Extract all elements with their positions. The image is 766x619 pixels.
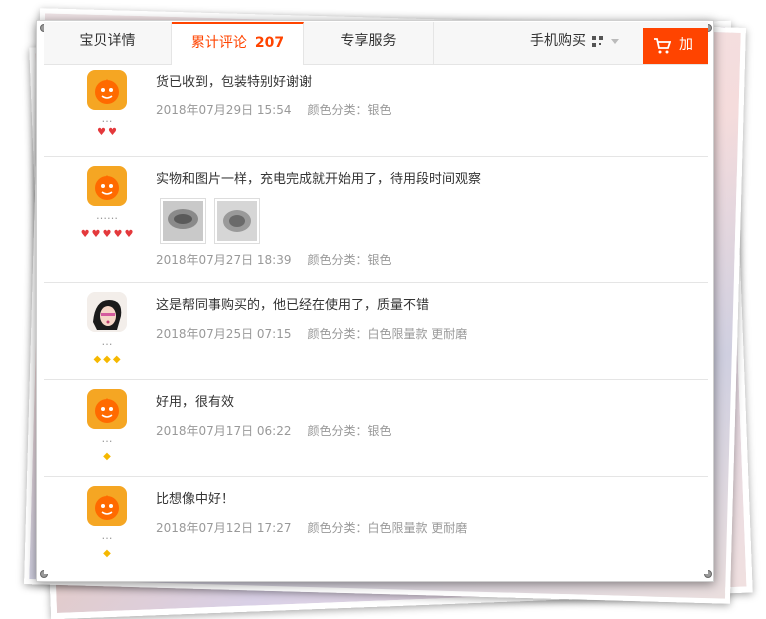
review-item: … ◆ 好用，很有效 2018年07月17日 06:22 颜色分类：银色 [44,380,708,477]
username: … [101,112,113,125]
avatar [87,389,127,429]
tab-bar: 宝贝详情 累计评论 207 专享服务 手机购买 加 [44,22,708,65]
tab-reviews[interactable]: 累计评论 207 [172,22,304,65]
username: … [101,432,113,445]
tab-services[interactable]: 专享服务 [304,22,434,64]
review-item: …… ♥ ♥ ♥ ♥ ♥ 实物和图片一样，充电完成就开始用了，待用段时间观察 2018年… [44,157,708,283]
buyer-rank: ◆ [72,451,142,463]
review-item: … ◆ 比想像中好！ 2018年07月12日 17:27 颜色分类：白色限量款 更… [44,477,708,574]
review-date: 2018年07月29日 15:54 [156,103,292,117]
cart-label: 加 [679,37,693,53]
heart-icon: ♥ [97,127,106,138]
avatar [87,292,127,332]
buyer-rank: ◆ ◆ ◆ [72,354,142,366]
review-date: 2018年07月17日 06:22 [156,424,292,438]
mobile-buy-label: 手机购买 [530,33,586,49]
review-date: 2018年07月27日 18:39 [156,253,292,267]
heart-icon: ♥ [80,229,90,240]
add-to-cart-button[interactable]: 加 [643,28,708,64]
review-text: 这是帮同事购买的，他已经在使用了，质量不错 [156,298,430,313]
avatar [87,70,127,110]
username: … [101,529,113,542]
heart-icon: ♥ [108,127,117,138]
username: …… [96,209,118,222]
review-photo-thumbnail[interactable] [160,198,206,244]
avatar [87,486,127,526]
chevron-down-icon [611,38,619,44]
buyer-rank: ◆ [72,548,142,560]
diamond-icon: ◆ [112,354,121,365]
review-meta: 2018年07月17日 06:22 颜色分类：银色 [156,422,392,439]
review-item: … ◆ ◆ ◆ 这是帮同事购买的，他已经在使用了，质量不错 2018年07月25日 … [44,283,708,380]
review-date: 2018年07月12日 17:27 [156,521,292,535]
review-sku: 颜色分类：白色限量款 更耐磨 [307,521,468,535]
heart-icon: ♥ [91,229,101,240]
review-meta: 2018年07月27日 18:39 颜色分类：银色 [156,251,392,268]
review-sku: 颜色分类：银色 [307,424,392,438]
review-text: 货已收到，包装特别好谢谢 [156,75,313,90]
username: … [101,335,113,348]
review-meta: 2018年07月25日 07:15 颜色分类：白色限量款 更耐磨 [156,325,467,342]
diamond-icon: ◆ [93,354,102,365]
buyer-rank: ♥ ♥ [72,127,142,139]
buyer-rank: ♥ ♥ ♥ ♥ ♥ [72,229,142,241]
review-sku: 颜色分类：白色限量款 更耐磨 [307,327,468,341]
review-text: 比想像中好！ [156,492,235,507]
review-panel: 宝贝详情 累计评论 207 专享服务 手机购买 加 … ♥ ♥ 货已收到，包装特别好… [44,22,708,574]
review-photo-thumbnail[interactable] [214,198,260,244]
review-item: … ♥ ♥ 货已收到，包装特别好谢谢 2018年07月29日 15:54 颜色分类：… [44,64,708,157]
diamond-icon: ◆ [103,451,111,462]
review-text: 实物和图片一样，充电完成就开始用了，待用段时间观察 [156,172,482,187]
heart-icon: ♥ [113,229,123,240]
mobile-buy-button[interactable]: 手机购买 [530,22,619,64]
tab-product-details[interactable]: 宝贝详情 [44,22,172,64]
diamond-icon: ◆ [103,354,111,365]
review-count: 207 [254,35,285,51]
tab-label: 专享服务 [340,33,397,49]
heart-icon: ♥ [102,229,112,240]
review-meta: 2018年07月29日 15:54 颜色分类：银色 [156,101,392,118]
tab-label: 累计评论 [190,35,247,51]
avatar [87,166,127,206]
review-sku: 颜色分类：银色 [307,253,392,267]
cart-icon [654,38,671,54]
review-text: 好用，很有效 [156,395,235,410]
review-meta: 2018年07月12日 17:27 颜色分类：白色限量款 更耐磨 [156,519,467,536]
qr-code-icon [592,35,603,47]
review-sku: 颜色分类：银色 [307,103,392,117]
tab-label: 宝贝详情 [79,33,136,49]
heart-icon: ♥ [124,229,134,240]
review-date: 2018年07月25日 07:15 [156,327,292,341]
diamond-icon: ◆ [103,548,111,559]
